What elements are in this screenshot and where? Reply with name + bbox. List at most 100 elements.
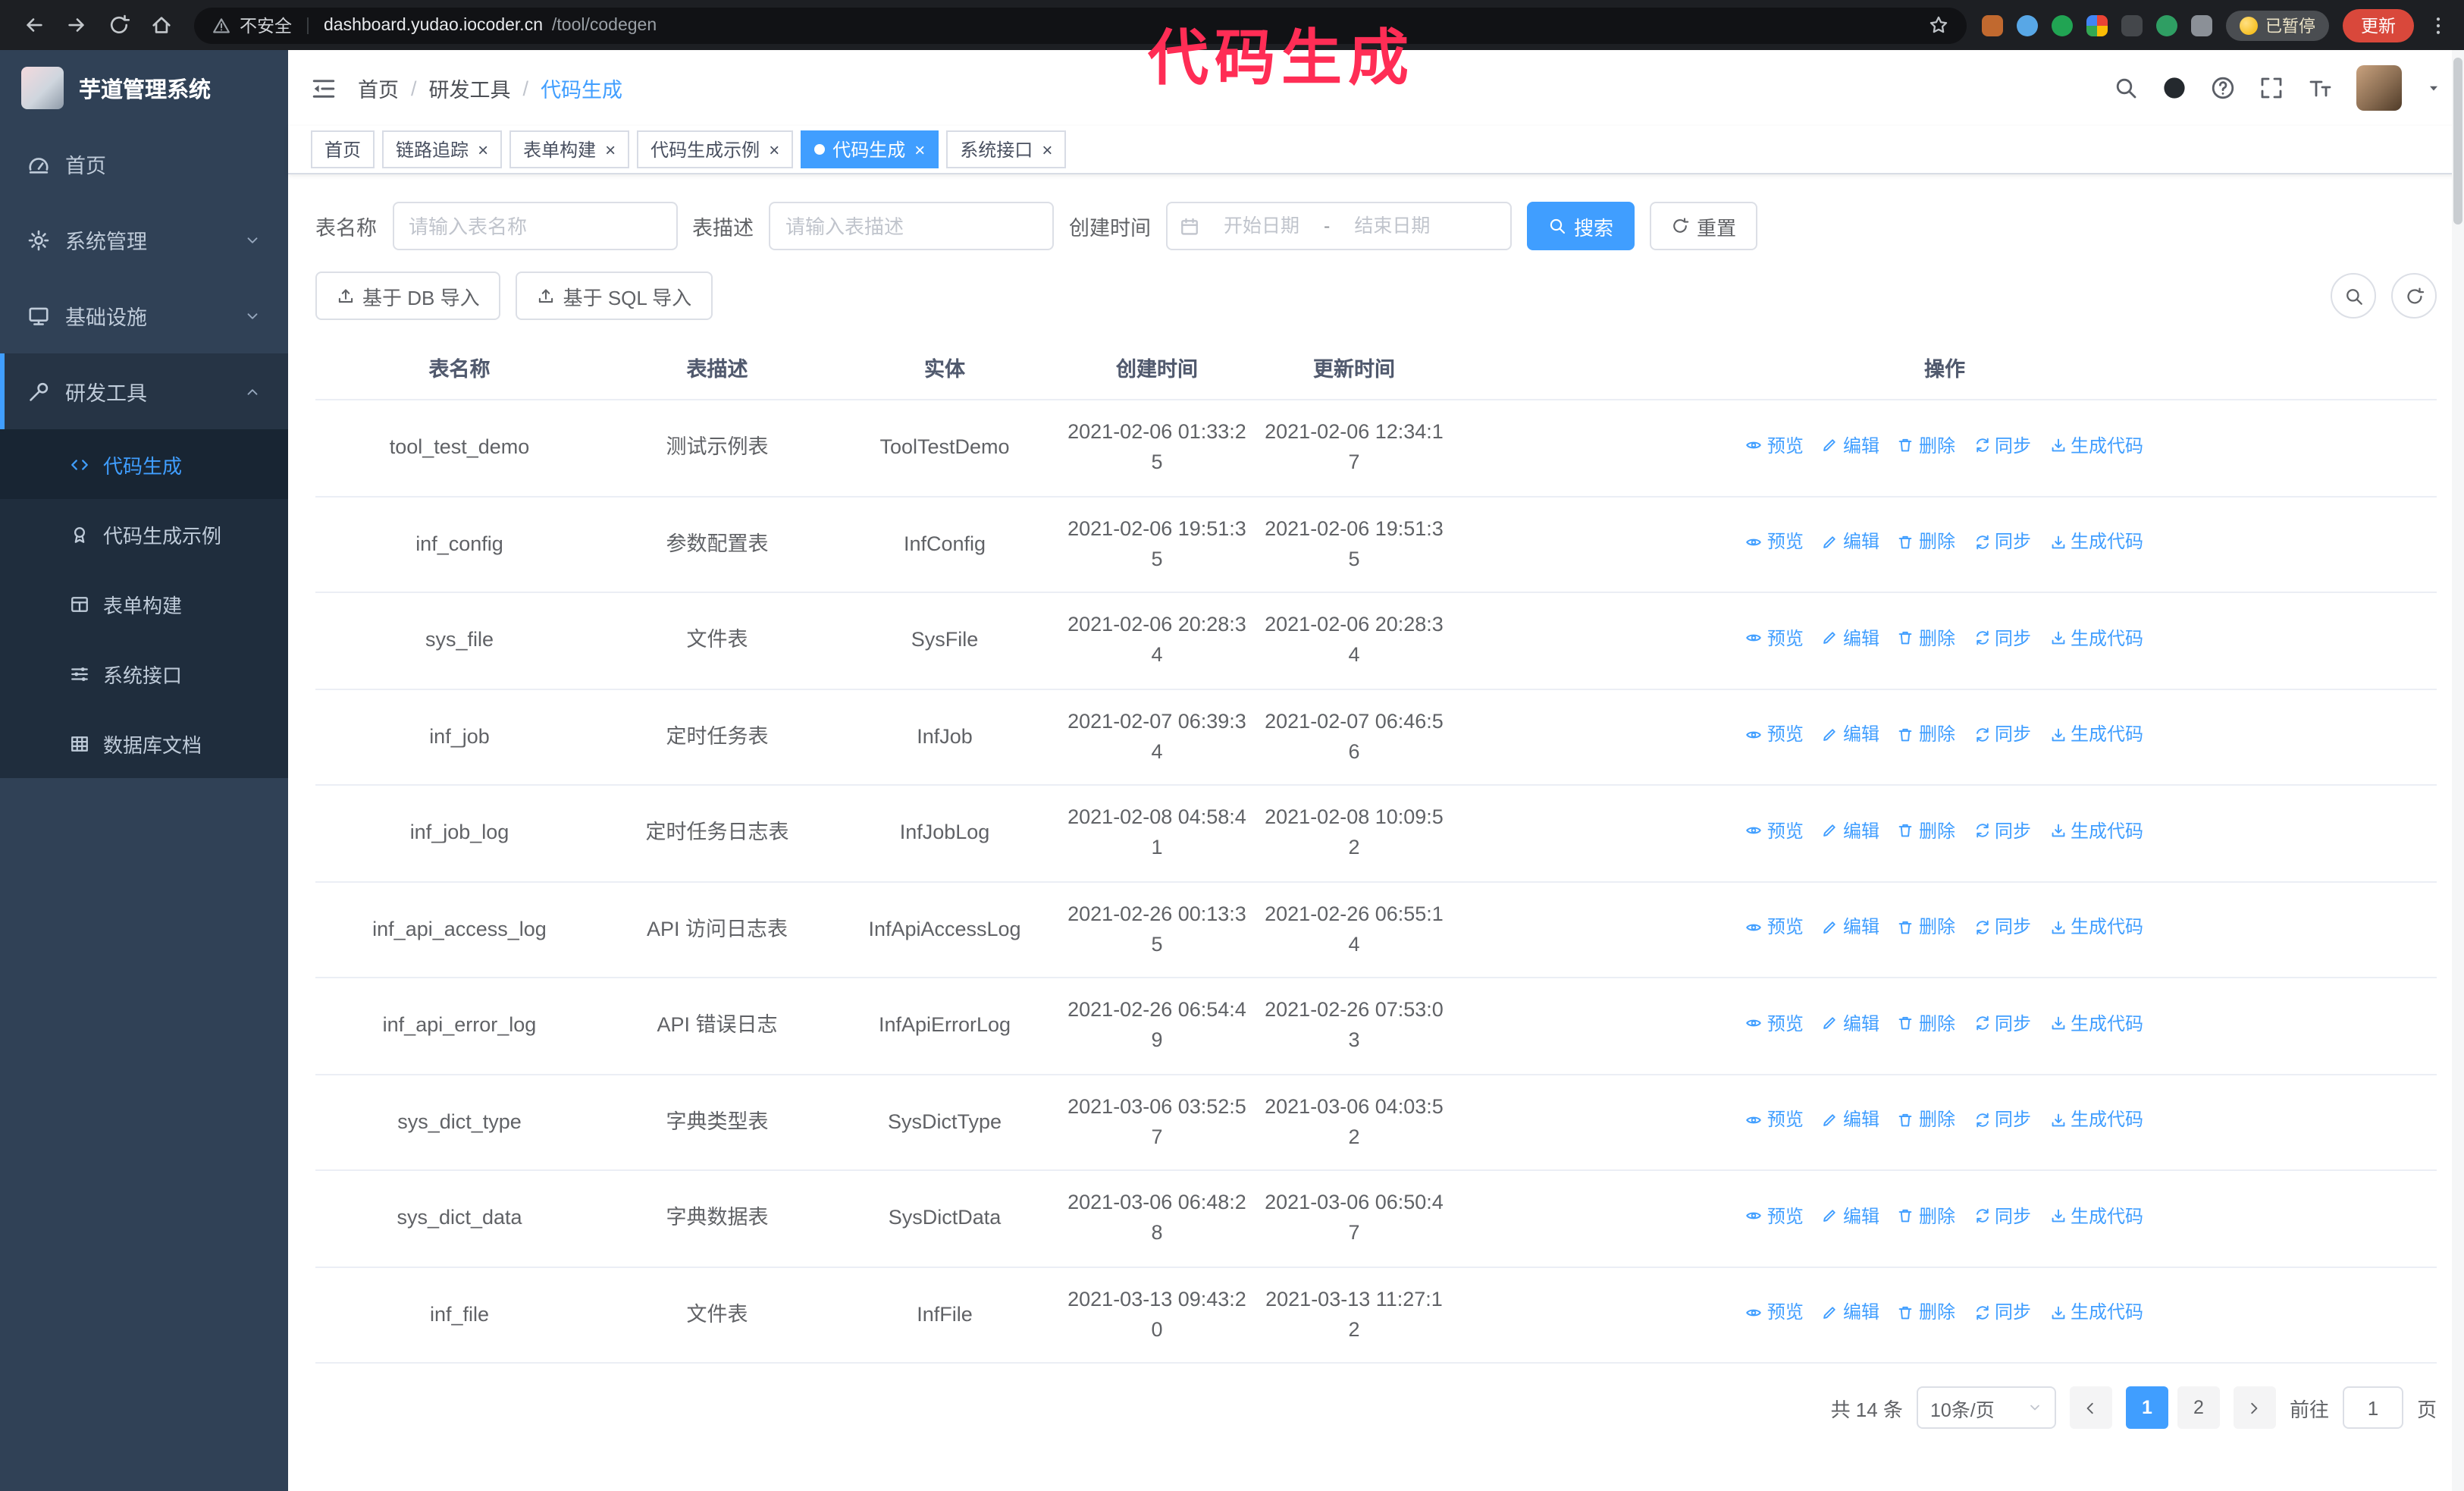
breadcrumb-item[interactable]: 代码生成 <box>541 73 622 103</box>
generate-code-link[interactable]: 生成代码 <box>2049 1299 2143 1326</box>
delete-link[interactable]: 删除 <box>1898 1106 1955 1134</box>
preview-link[interactable]: 预览 <box>1746 914 1804 941</box>
sidebar-item-system-api[interactable]: 系统接口 <box>0 639 288 708</box>
font-size-icon[interactable] <box>2308 76 2332 100</box>
sidebar-item-form-builder[interactable]: 表单构建 <box>0 569 288 639</box>
sidebar-item-codegen[interactable]: 代码生成 <box>0 429 288 499</box>
forward-icon[interactable] <box>58 7 94 43</box>
ext-blue-icon[interactable] <box>2017 14 2038 36</box>
sync-link[interactable]: 同步 <box>1973 721 2031 749</box>
refresh-table-button[interactable] <box>2391 273 2437 319</box>
search-icon[interactable] <box>2114 76 2138 100</box>
edit-link[interactable]: 编辑 <box>1822 432 1879 460</box>
table-desc-input[interactable] <box>769 202 1054 250</box>
sidebar-toggle-icon[interactable] <box>311 75 337 101</box>
tab-home[interactable]: 首页 <box>311 130 375 168</box>
sync-link[interactable]: 同步 <box>1973 432 2031 460</box>
preview-link[interactable]: 预览 <box>1746 818 1804 845</box>
bookmark-star-icon[interactable] <box>1929 15 1948 35</box>
ext-dark-icon[interactable] <box>2121 14 2143 36</box>
close-tab-icon[interactable]: × <box>914 140 925 159</box>
browser-menu-icon[interactable] <box>2428 14 2449 36</box>
generate-code-link[interactable]: 生成代码 <box>2049 818 2143 845</box>
delete-link[interactable]: 删除 <box>1898 529 1955 556</box>
breadcrumb-item[interactable]: 研发工具 <box>429 73 511 103</box>
delete-link[interactable]: 删除 <box>1898 818 1955 845</box>
tab-system-api[interactable]: 系统接口 × <box>946 130 1067 168</box>
close-tab-icon[interactable]: × <box>605 140 616 159</box>
preview-link[interactable]: 预览 <box>1746 432 1804 460</box>
delete-link[interactable]: 删除 <box>1898 432 1955 460</box>
help-icon[interactable] <box>2211 76 2235 100</box>
scrollbar-thumb[interactable] <box>2453 58 2462 224</box>
ext-orange-icon[interactable] <box>1982 14 2003 36</box>
delete-link[interactable]: 删除 <box>1898 914 1955 941</box>
close-tab-icon[interactable]: × <box>769 140 779 159</box>
search-button[interactable]: 搜索 <box>1527 202 1635 250</box>
import-db-button[interactable]: 基于 DB 导入 <box>315 272 501 320</box>
start-date-input[interactable] <box>1205 215 1318 237</box>
delete-link[interactable]: 删除 <box>1898 1010 1955 1037</box>
delete-link[interactable]: 删除 <box>1898 1299 1955 1326</box>
ext-green-check-icon[interactable] <box>2052 14 2073 36</box>
preview-link[interactable]: 预览 <box>1746 1203 1804 1230</box>
end-date-input[interactable] <box>1336 215 1449 237</box>
generate-code-link[interactable]: 生成代码 <box>2049 625 2143 652</box>
generate-code-link[interactable]: 生成代码 <box>2049 1010 2143 1037</box>
edit-link[interactable]: 编辑 <box>1822 1203 1879 1230</box>
github-icon[interactable] <box>2162 76 2187 100</box>
sync-link[interactable]: 同步 <box>1973 625 2031 652</box>
avatar-caret-icon[interactable] <box>2426 80 2441 96</box>
delete-link[interactable]: 删除 <box>1898 625 1955 652</box>
sync-link[interactable]: 同步 <box>1973 1010 2031 1037</box>
paused-badge[interactable]: 已暂停 <box>2226 10 2329 40</box>
import-sql-button[interactable]: 基于 SQL 导入 <box>516 272 713 320</box>
fullscreen-icon[interactable] <box>2259 76 2284 100</box>
edit-link[interactable]: 编辑 <box>1822 721 1879 749</box>
sidebar-item-codegen-demo[interactable]: 代码生成示例 <box>0 499 288 569</box>
sidebar-item-home[interactable]: 首页 <box>0 126 288 202</box>
back-icon[interactable] <box>15 7 52 43</box>
page-button-1[interactable]: 1 <box>2125 1386 2168 1429</box>
sidebar-item-system[interactable]: 系统管理 <box>0 202 288 278</box>
tab-codegen-demo[interactable]: 代码生成示例 × <box>637 130 794 168</box>
sidebar-item-devtools[interactable]: 研发工具 <box>0 353 288 429</box>
generate-code-link[interactable]: 生成代码 <box>2049 721 2143 749</box>
breadcrumb-item[interactable]: 首页 <box>358 73 399 103</box>
tab-codegen[interactable]: 代码生成 × <box>801 130 939 168</box>
preview-link[interactable]: 预览 <box>1746 1106 1804 1134</box>
generate-code-link[interactable]: 生成代码 <box>2049 529 2143 556</box>
user-avatar[interactable] <box>2356 65 2402 111</box>
sync-link[interactable]: 同步 <box>1973 1203 2031 1230</box>
goto-page-input[interactable] <box>2342 1386 2403 1429</box>
edit-link[interactable]: 编辑 <box>1822 1106 1879 1134</box>
ext-green-icon[interactable] <box>2156 14 2177 36</box>
sync-link[interactable]: 同步 <box>1973 914 2031 941</box>
sync-link[interactable]: 同步 <box>1973 529 2031 556</box>
preview-link[interactable]: 预览 <box>1746 1299 1804 1326</box>
app-logo[interactable]: 芋道管理系统 <box>0 50 288 126</box>
sync-link[interactable]: 同步 <box>1973 1106 2031 1134</box>
reload-icon[interactable] <box>100 7 136 43</box>
browser-scrollbar[interactable] <box>2452 50 2464 1491</box>
ext-color-grid-icon[interactable] <box>2086 14 2108 36</box>
generate-code-link[interactable]: 生成代码 <box>2049 1203 2143 1230</box>
reset-button[interactable]: 重置 <box>1650 202 1758 250</box>
preview-link[interactable]: 预览 <box>1746 721 1804 749</box>
toggle-search-button[interactable] <box>2331 273 2376 319</box>
sync-link[interactable]: 同步 <box>1973 818 2031 845</box>
edit-link[interactable]: 编辑 <box>1822 914 1879 941</box>
sync-link[interactable]: 同步 <box>1973 1299 2031 1326</box>
edit-link[interactable]: 编辑 <box>1822 625 1879 652</box>
sidebar-item-infra[interactable]: 基础设施 <box>0 278 288 353</box>
browser-home-icon[interactable] <box>143 7 179 43</box>
table-name-input[interactable] <box>392 202 677 250</box>
delete-link[interactable]: 删除 <box>1898 721 1955 749</box>
ext-puzzle-icon[interactable] <box>2191 14 2212 36</box>
page-size-select[interactable]: 10条/页 <box>1916 1386 2056 1429</box>
edit-link[interactable]: 编辑 <box>1822 1299 1879 1326</box>
generate-code-link[interactable]: 生成代码 <box>2049 432 2143 460</box>
sidebar-item-db-doc[interactable]: 数据库文档 <box>0 708 288 778</box>
page-button-2[interactable]: 2 <box>2177 1386 2220 1429</box>
preview-link[interactable]: 预览 <box>1746 529 1804 556</box>
